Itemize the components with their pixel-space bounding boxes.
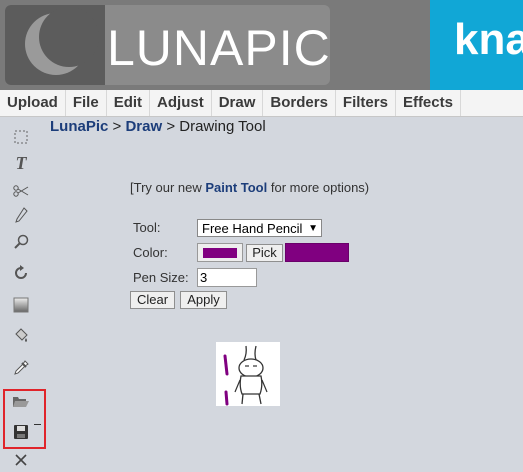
dash-mark	[34, 424, 41, 425]
magnify-icon[interactable]	[10, 231, 32, 253]
pen-size-label: Pen Size:	[133, 270, 189, 285]
text-icon[interactable]: T	[10, 152, 32, 174]
color-button[interactable]	[197, 243, 243, 262]
site-header: LUNAPIC kna	[0, 0, 523, 90]
menu-effects[interactable]: Effects	[396, 90, 461, 116]
chevron-down-icon: ▼	[308, 223, 318, 234]
breadcrumb-current: Drawing Tool	[179, 118, 266, 135]
menu-borders[interactable]: Borders	[263, 90, 336, 116]
promo-prefix: [Try our new	[130, 180, 206, 195]
eyedropper-icon[interactable]	[10, 357, 32, 379]
scissors-icon[interactable]	[10, 180, 32, 202]
menu-upload[interactable]: Upload	[0, 90, 66, 116]
promo-suffix: for more options)	[267, 180, 370, 195]
logo-text: LUNAPIC	[107, 20, 331, 76]
pick-button[interactable]: Pick	[246, 244, 283, 262]
clear-button[interactable]: Clear	[130, 291, 175, 309]
breadcrumb-sep: >	[108, 118, 126, 135]
tool-select[interactable]: Free Hand Pencil ▼	[197, 219, 322, 237]
promo-text: [Try our new Paint Tool for more options…	[130, 180, 369, 195]
breadcrumb-draw[interactable]: Draw	[125, 118, 162, 135]
moon-logo-icon	[5, 5, 105, 85]
tool-label: Tool:	[133, 220, 161, 235]
ad-banner[interactable]: kna	[430, 0, 523, 90]
menu-adjust[interactable]: Adjust	[150, 90, 212, 116]
apply-button[interactable]: Apply	[180, 291, 227, 309]
drawing-canvas-image[interactable]	[216, 342, 280, 406]
color-swatch	[203, 248, 237, 258]
menu-filters[interactable]: Filters	[336, 90, 396, 116]
breadcrumb-sep: >	[162, 118, 180, 135]
menu-edit[interactable]: Edit	[107, 90, 151, 116]
close-icon[interactable]	[10, 449, 32, 471]
ad-text: kna	[454, 15, 523, 64]
lunapic-logo[interactable]: LUNAPIC	[5, 5, 330, 85]
highlight-box	[3, 389, 46, 449]
breadcrumb: LunaPic > Draw > Drawing Tool	[50, 118, 266, 135]
gradient-icon[interactable]	[10, 294, 32, 316]
select-icon[interactable]	[10, 126, 32, 148]
rotate-icon[interactable]	[10, 262, 32, 284]
breadcrumb-home[interactable]: LunaPic	[50, 118, 108, 135]
main-menu: Upload File Edit Adjust Draw Borders Fil…	[0, 90, 523, 117]
paint-bucket-icon[interactable]	[10, 325, 32, 347]
menu-file[interactable]: File	[66, 90, 107, 116]
pencil-icon[interactable]	[10, 204, 32, 226]
tool-select-value: Free Hand Pencil	[202, 221, 303, 236]
color-preview-bar[interactable]	[285, 243, 349, 262]
pen-size-input[interactable]: 3	[197, 268, 257, 287]
paint-tool-link[interactable]: Paint Tool	[205, 180, 267, 195]
color-label: Color:	[133, 245, 168, 260]
menu-draw[interactable]: Draw	[212, 90, 264, 116]
